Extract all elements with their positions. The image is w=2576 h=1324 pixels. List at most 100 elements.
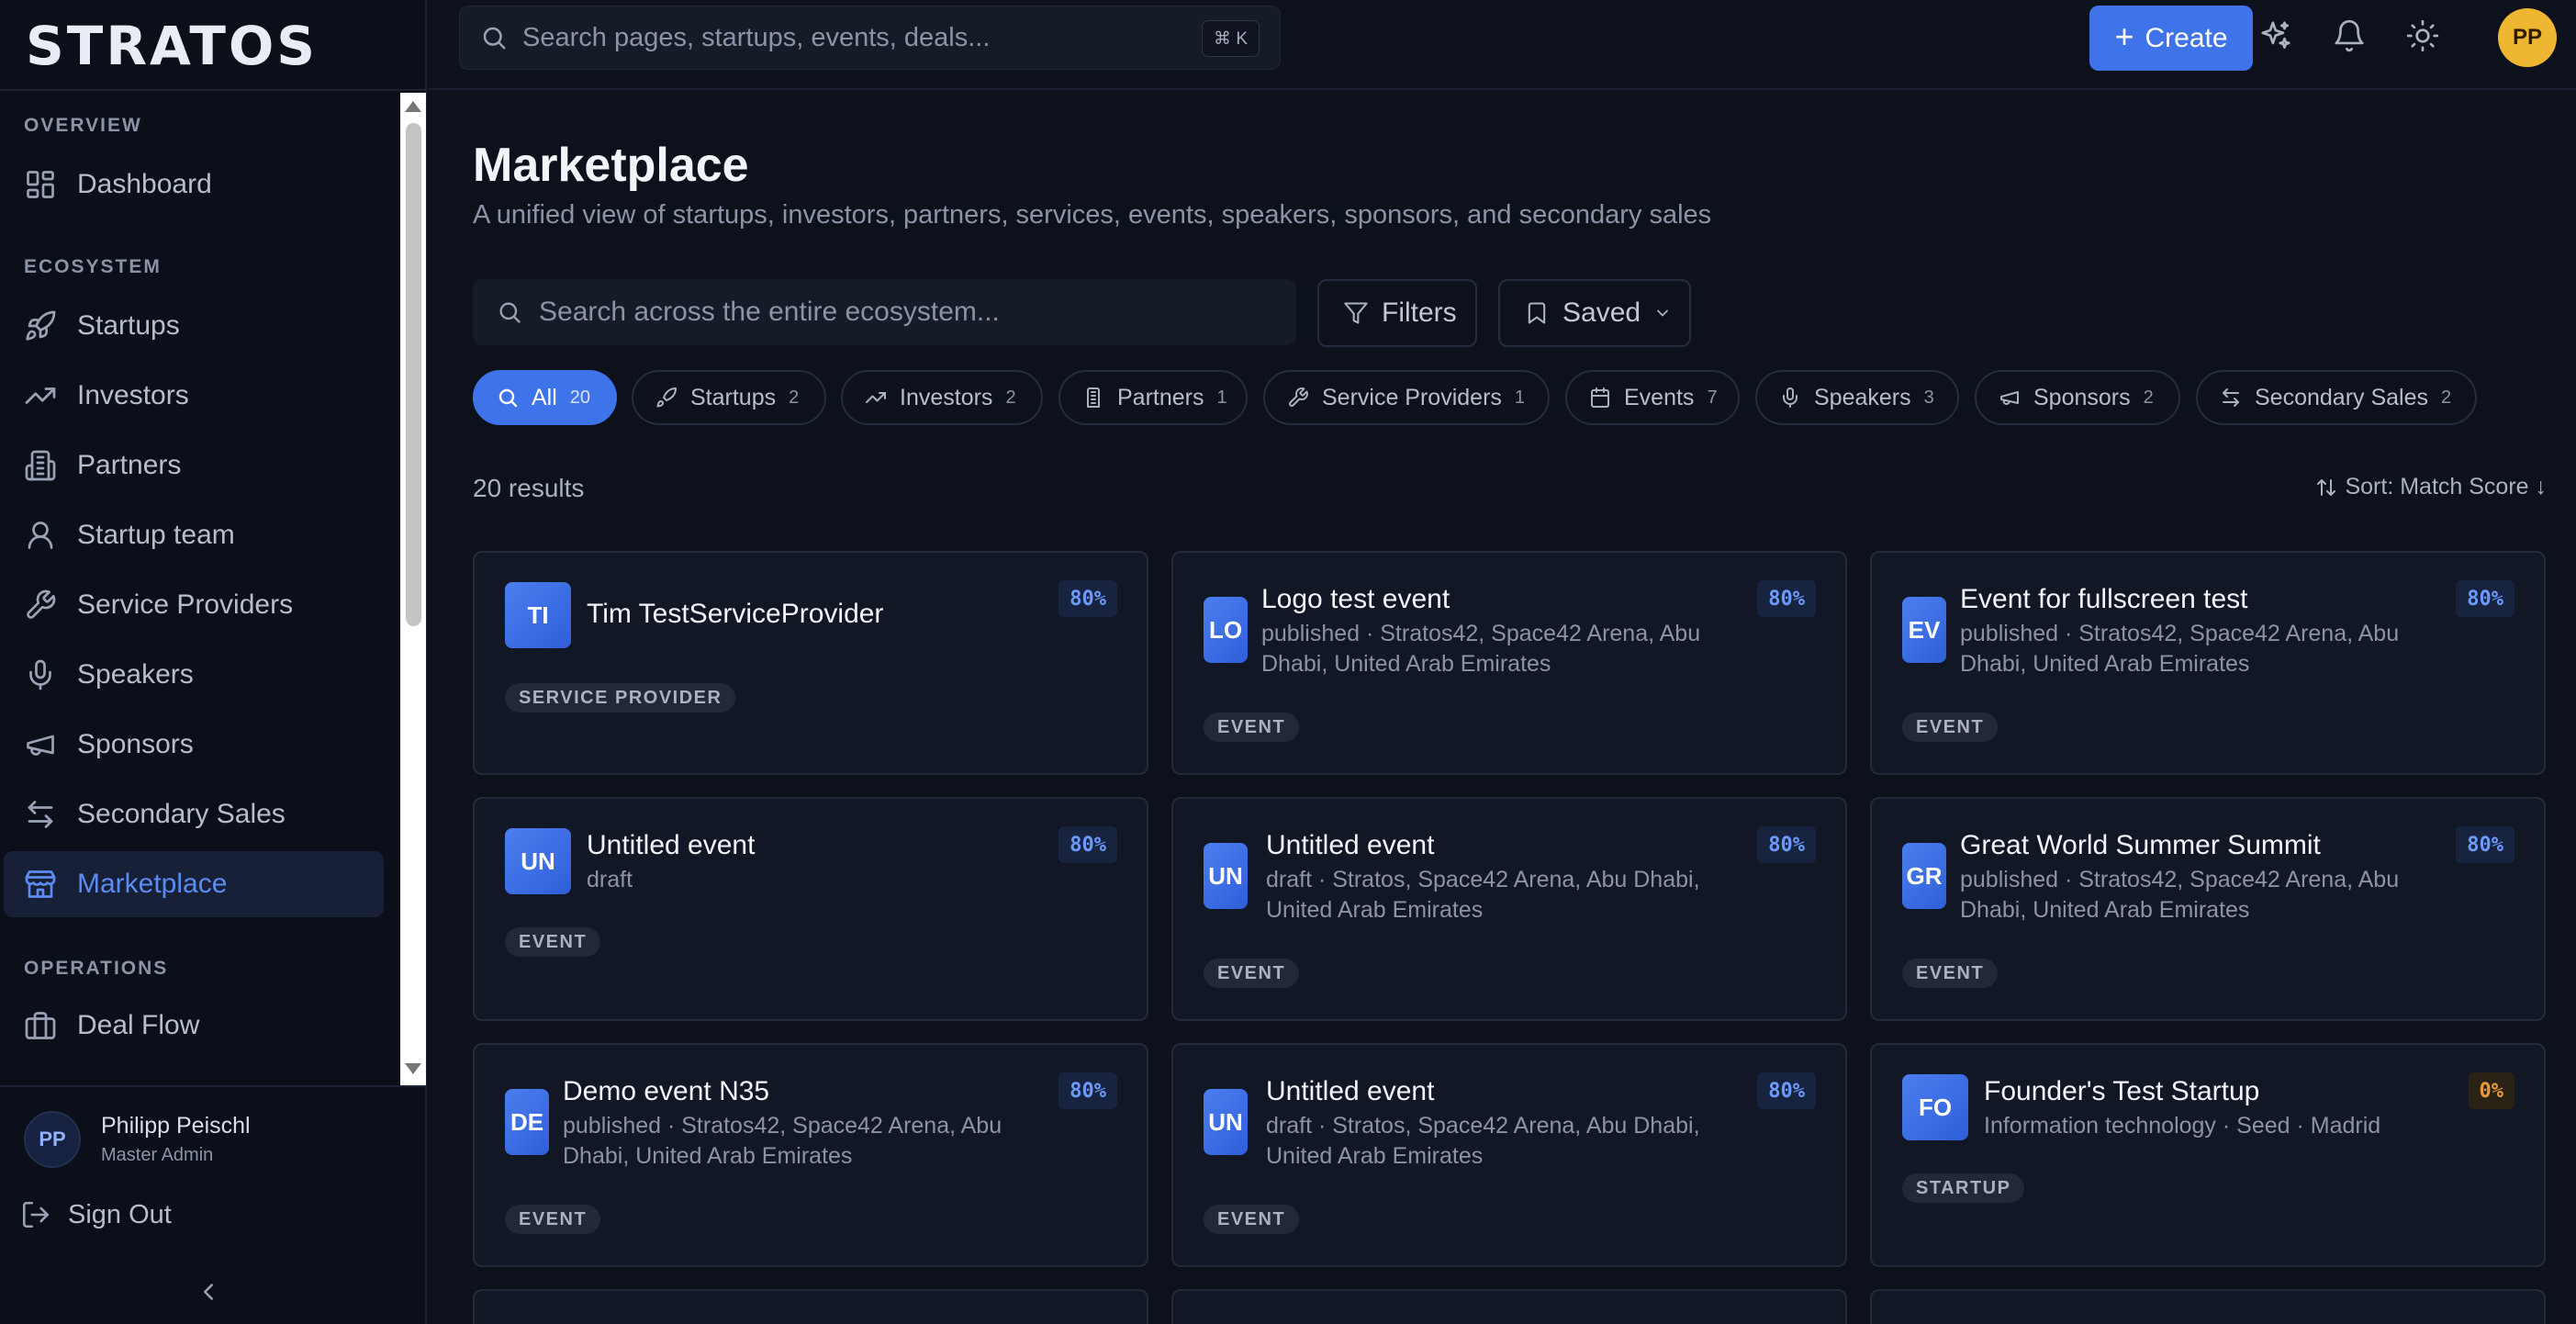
- match-score-badge: 80%: [1757, 580, 1816, 617]
- sort-dropdown[interactable]: Sort: Match Score ↓: [2315, 474, 2547, 500]
- sidebar-item-marketplace[interactable]: Marketplace: [4, 851, 384, 917]
- sun-theme-toggle-icon[interactable]: [2405, 18, 2440, 53]
- global-search-input[interactable]: Search pages, startups, events, deals...…: [459, 6, 1281, 70]
- sort-label: Sort: Match Score ↓: [2345, 474, 2547, 499]
- chip-investors[interactable]: Investors 2: [841, 370, 1043, 425]
- chip-partners[interactable]: Partners 1: [1058, 370, 1248, 425]
- match-score-badge: 0%: [2468, 1072, 2514, 1109]
- card-meta: published · Stratos42, Space42 Arena, Ab…: [1261, 619, 1700, 679]
- wrench-icon: [1287, 387, 1309, 409]
- sidebar-item-startup-team[interactable]: Startup team: [4, 502, 384, 568]
- chip-label: Service Providers: [1322, 384, 1502, 410]
- card-meta: draft · Stratos, Space42 Arena, Abu Dhab…: [1266, 1111, 1700, 1172]
- collapse-sidebar-chevron-left-icon[interactable]: [195, 1278, 222, 1306]
- calendar-icon: [1589, 387, 1611, 409]
- chip-label: Sponsors: [2033, 384, 2131, 410]
- user-name: Philipp Peischl: [101, 1113, 251, 1139]
- ecosystem-search-input[interactable]: [539, 297, 1273, 328]
- result-card[interactable]: [473, 1289, 1148, 1324]
- sidebar-item-startups[interactable]: Startups: [4, 293, 384, 359]
- sidebar-item-label: Dashboard: [77, 169, 212, 199]
- create-button[interactable]: + Create: [2089, 6, 2253, 71]
- search-icon: [497, 387, 519, 409]
- sidebar-item-partners[interactable]: Partners: [4, 432, 384, 499]
- filters-button[interactable]: Filters: [1317, 279, 1477, 347]
- rocket-icon: [24, 309, 57, 342]
- sidebar-item-label: Deal Flow: [77, 1010, 200, 1040]
- card-title: Untitled event: [1266, 830, 1435, 860]
- result-card[interactable]: GR Great World Summer Summit published ·…: [1870, 797, 2546, 1021]
- chip-count: 1: [1216, 387, 1227, 408]
- card-title: Event for fullscreen test: [1960, 584, 2248, 614]
- result-card[interactable]: UN Untitled event draft · Stratos, Space…: [1171, 797, 1847, 1021]
- result-card[interactable]: LO Logo test event published · Stratos42…: [1171, 551, 1847, 775]
- card-avatar: DE: [505, 1089, 549, 1155]
- ecosystem-search[interactable]: [473, 279, 1296, 345]
- card-meta-line: published · Stratos42, Space42 Arena, Ab…: [563, 1113, 1002, 1139]
- chip-startups[interactable]: Startups 2: [632, 370, 826, 425]
- sort-arrows-icon: [2315, 477, 2337, 499]
- top-bar: Search pages, startups, events, deals...…: [429, 0, 2576, 90]
- keyboard-shortcut-badge: ⌘ K: [1202, 20, 1260, 57]
- sidebar-item-label: Startup team: [77, 520, 235, 550]
- store-icon: [24, 868, 57, 901]
- chip-label: Events: [1624, 384, 1695, 410]
- section-ecosystem: ECOSYSTEM: [24, 256, 162, 277]
- chip-all[interactable]: All 20: [473, 370, 617, 425]
- sidebar-item-label: Marketplace: [77, 869, 228, 899]
- card-meta-line: Dhabi, United Arab Emirates: [1261, 651, 1551, 677]
- result-card[interactable]: EV Event for fullscreen test published ·…: [1870, 551, 2546, 775]
- result-card[interactable]: TI Tim TestServiceProvider 80% SERVICE P…: [473, 551, 1148, 775]
- chip-sponsors[interactable]: Sponsors 2: [1975, 370, 2180, 425]
- sidebar-item-sponsors[interactable]: Sponsors: [4, 712, 384, 778]
- card-meta-line: Dhabi, United Arab Emirates: [1960, 651, 2250, 677]
- sidebar-item-dashboard[interactable]: Dashboard: [4, 151, 384, 218]
- avatar: PP: [24, 1111, 81, 1168]
- chip-secondary-sales[interactable]: Secondary Sales 2: [2196, 370, 2477, 425]
- card-meta-line: published · Stratos42, Space42 Arena, Ab…: [1261, 621, 1701, 646]
- card-meta-line: Dhabi, United Arab Emirates: [563, 1143, 853, 1169]
- chip-count: 7: [1707, 387, 1718, 408]
- user-profile[interactable]: PP Philipp Peischl Master Admin: [24, 1111, 251, 1168]
- avatar[interactable]: PP: [2498, 8, 2557, 67]
- sidebar-item-label: Partners: [77, 450, 182, 480]
- result-card[interactable]: UN Untitled event draft 80% EVENT: [473, 797, 1148, 1021]
- card-meta-line: United Arab Emirates: [1266, 1143, 1484, 1169]
- sidebar-item-service-providers[interactable]: Service Providers: [4, 572, 384, 638]
- ai-sparkles-icon[interactable]: [2258, 18, 2293, 53]
- card-avatar: UN: [1204, 843, 1248, 909]
- scroll-up-arrow-icon[interactable]: [405, 101, 421, 112]
- card-avatar: LO: [1204, 597, 1248, 663]
- page-subtitle: A unified view of startups, investors, p…: [473, 200, 1712, 230]
- briefcase-icon: [24, 1009, 57, 1042]
- chip-events[interactable]: Events 7: [1565, 370, 1740, 425]
- result-card[interactable]: DE Demo event N35 published · Stratos42,…: [473, 1043, 1148, 1267]
- sidebar-item-secondary-sales[interactable]: Secondary Sales: [4, 781, 384, 847]
- card-avatar: UN: [505, 828, 571, 894]
- card-title: Founder's Test Startup: [1984, 1076, 2260, 1106]
- sidebar-item-deal-flow[interactable]: Deal Flow: [4, 993, 384, 1059]
- chip-count: 2: [1005, 387, 1016, 408]
- card-title: Tim TestServiceProvider: [587, 599, 884, 629]
- sidebar-scrollbar-thumb[interactable]: [406, 123, 421, 626]
- result-card[interactable]: [1870, 1289, 2546, 1324]
- result-card[interactable]: [1171, 1289, 1847, 1324]
- result-card[interactable]: UN Untitled event draft · Stratos, Space…: [1171, 1043, 1847, 1267]
- sidebar-item-speakers[interactable]: Speakers: [4, 642, 384, 708]
- saved-dropdown[interactable]: Saved: [1498, 279, 1691, 347]
- card-avatar: UN: [1204, 1089, 1248, 1155]
- scroll-down-arrow-icon[interactable]: [405, 1063, 421, 1074]
- chip-service-providers[interactable]: Service Providers 1: [1263, 370, 1550, 425]
- chip-speakers[interactable]: Speakers 3: [1755, 370, 1959, 425]
- trending-up-icon: [865, 387, 887, 409]
- app-logo[interactable]: STRATOS: [26, 13, 318, 79]
- match-score-badge: 80%: [1757, 826, 1816, 863]
- card-type-tag: EVENT: [1204, 1205, 1300, 1234]
- bell-icon[interactable]: [2332, 18, 2367, 53]
- sidebar-item-investors[interactable]: Investors: [4, 363, 384, 429]
- sign-out-button[interactable]: Sign Out: [20, 1199, 172, 1230]
- chip-count: 1: [1514, 387, 1526, 408]
- sidebar-item-label: Speakers: [77, 659, 194, 690]
- card-meta: draft · Stratos, Space42 Arena, Abu Dhab…: [1266, 865, 1700, 926]
- result-card[interactable]: FO Founder's Test Startup Information te…: [1870, 1043, 2546, 1267]
